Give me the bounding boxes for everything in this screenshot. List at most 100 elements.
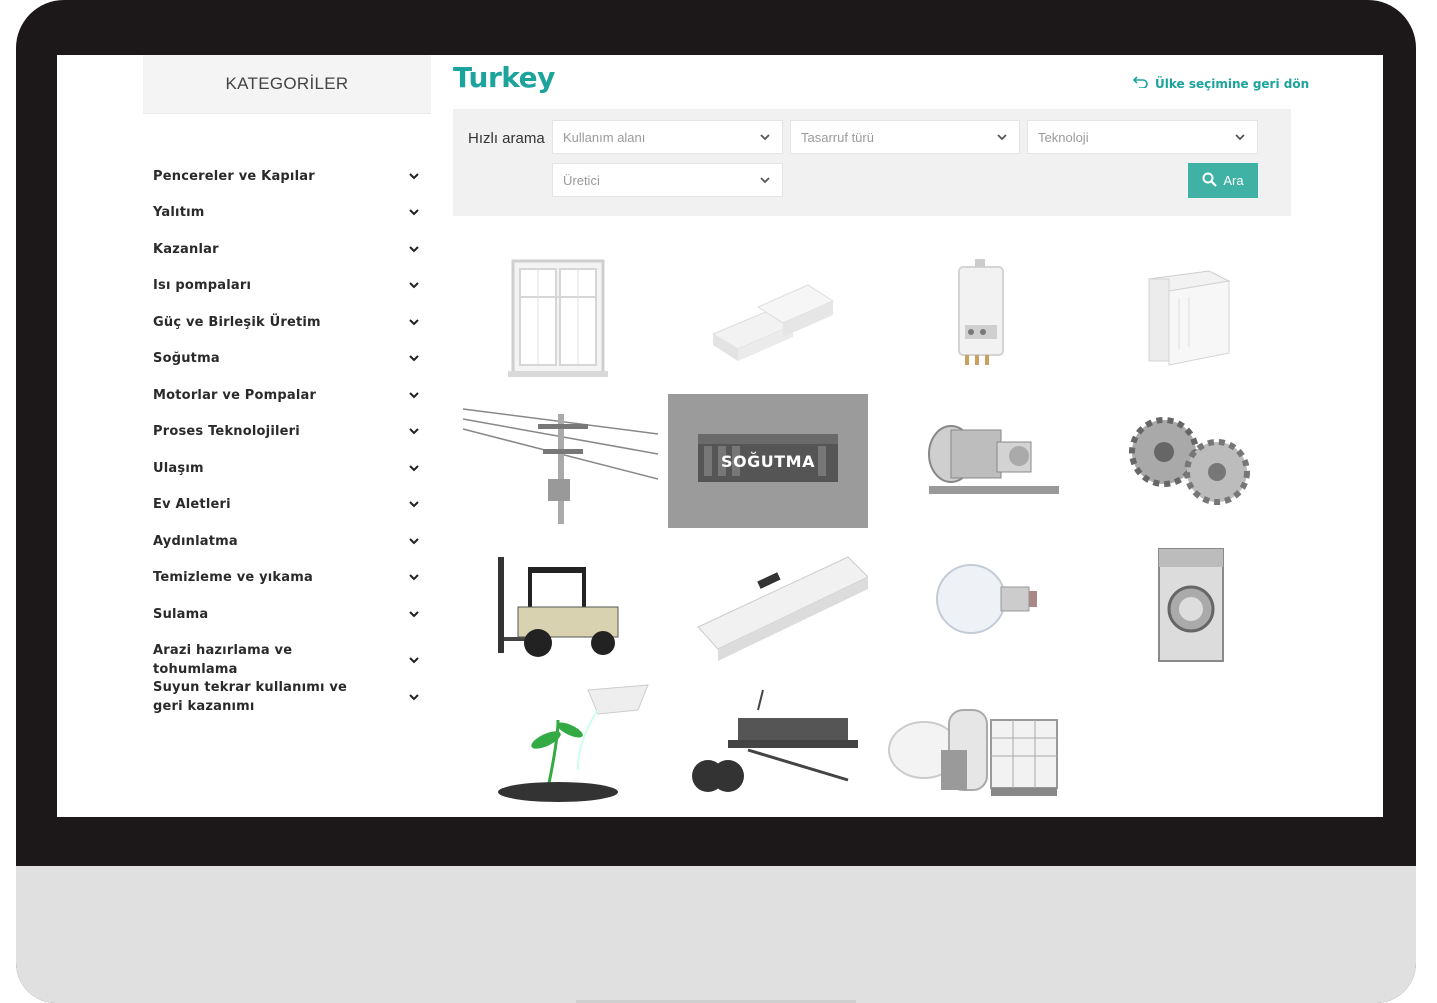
search-button[interactable]: Ara [1188,163,1258,198]
chevron-down-icon [407,690,421,704]
category-tile[interactable] [879,394,1079,528]
sidebar-item[interactable]: Güç ve Birleşik Üretim [153,313,421,332]
chevron-down-icon [407,425,421,439]
saving-type-value: Tasarruf türü [801,129,874,145]
category-tile[interactable] [879,680,1079,814]
category-sidebar: KATEGORİLER Pencereler ve Kapılar Yalıtım… [143,55,431,714]
chevron-down-icon [407,316,421,330]
chevron-down-icon [407,389,421,403]
sidebar-item-label: Suyun tekrar kullanımı ve geri kazanımı [153,680,348,714]
sidebar-item-label: Kazanlar [153,242,219,257]
quick-search-panel: Hızlı arama Kullanım alanı Tasarruf türü… [453,109,1291,216]
category-tile[interactable]: SOĞUTMA [668,394,868,528]
sidebar-item-label: Aydınlatma [153,534,238,549]
sidebar-item[interactable]: Kazanlar [153,240,421,259]
sidebar-item[interactable]: Pencereler ve Kapılar [153,167,421,186]
category-tile[interactable] [458,394,658,528]
category-tile[interactable] [668,680,868,814]
sidebar-item[interactable]: Sulama [153,605,421,624]
saving-type-select[interactable]: Tasarruf türü [790,120,1020,154]
sidebar-item-label: Motorlar ve Pompalar [153,388,317,403]
sidebar-item-label: Sulama [153,607,209,622]
sidebar-item-label: Yalıtım [153,205,205,220]
chevron-down-icon [407,170,421,184]
search-icon [1202,172,1218,190]
category-tile[interactable] [879,537,1079,671]
sidebar-item[interactable]: Soğutma [153,349,421,368]
sidebar-item-label: Ulaşım [153,461,204,476]
chevron-down-icon [407,653,421,667]
quick-search-label: Hızlı arama [468,130,545,147]
sidebar-item-label: Soğutma [153,351,220,366]
category-tile[interactable] [1089,394,1289,528]
air-conditioner-icon [697,556,868,661]
boiler-icon [958,259,1004,365]
category-tile[interactable] [879,249,1079,383]
power-line-icon [462,408,658,524]
heat-pump-icon [1147,270,1231,366]
technology-value: Teknoloji [1038,129,1089,145]
manufacturer-select[interactable]: Üretici [552,163,783,197]
irrigation-icon [498,684,649,802]
gears-icon [1129,417,1250,505]
sidebar-item-label: Pencereler ve Kapılar [153,169,315,184]
chevron-down-icon [407,462,421,476]
sidebar-item-label: Arazi hazırlama ve tohumlama [153,643,293,677]
category-tile[interactable] [458,680,658,814]
chevron-down-icon [407,498,421,512]
chevron-down-icon [407,279,421,293]
back-to-country-link[interactable]: Ülke seçimine geri dön [1132,76,1310,91]
usage-area-select[interactable]: Kullanım alanı [552,120,783,154]
category-tile[interactable] [458,537,658,671]
monitor-frame: KATEGORİLER Pencereler ve Kapılar Yalıtım… [16,0,1416,1003]
sidebar-item-label: Ev Aletleri [153,497,231,512]
category-tile[interactable] [668,249,868,383]
category-tile[interactable] [1089,537,1289,671]
chevron-down-icon [758,173,772,187]
sidebar-item[interactable]: Motorlar ve Pompalar [153,386,421,405]
sidebar-item[interactable]: Suyun tekrar kullanımı ve geri kazanımı [153,678,421,716]
motor-pump-icon [928,425,1059,494]
chevron-down-icon [758,130,772,144]
sidebar-header: KATEGORİLER [143,55,431,114]
sidebar-item-label: Güç ve Birleşik Üretim [153,315,321,330]
category-tile[interactable] [668,537,868,671]
technology-select[interactable]: Teknoloji [1027,120,1258,154]
window-icon [508,259,608,377]
washing-machine-icon [1158,548,1224,662]
chevron-down-icon [407,206,421,220]
sidebar-item[interactable]: Aydınlatma [153,532,421,551]
chevron-down-icon [407,571,421,585]
forklift-icon [498,557,619,657]
chevron-down-icon [407,535,421,549]
usage-area-value: Kullanım alanı [563,129,646,145]
water-tank-icon [888,709,1058,796]
category-tile[interactable] [458,249,658,383]
sidebar-item-label: Temizleme ve yıkama [153,570,313,585]
sidebar-item[interactable]: Ev Aletleri [153,495,421,514]
sidebar-item[interactable]: Ulaşım [153,459,421,478]
monitor-chin [16,866,1416,1003]
light-bulb-icon [936,564,1037,634]
screen: KATEGORİLER Pencereler ve Kapılar Yalıtım… [57,55,1383,817]
seeder-icon [692,689,858,792]
tile-hover-label: SOĞUTMA [721,451,815,471]
chevron-down-icon [407,608,421,622]
chevron-down-icon [995,130,1009,144]
back-link-label: Ülke seçimine geri dön [1155,76,1310,91]
sidebar-item[interactable]: Yalıtım [153,203,421,222]
sidebar-item-label: Proses Teknolojileri [153,424,300,439]
category-tile[interactable] [1089,249,1289,383]
search-button-label: Ara [1223,173,1244,188]
sidebar-item[interactable]: Proses Teknolojileri [153,422,421,441]
chevron-down-icon [407,352,421,366]
manufacturer-value: Üretici [563,172,600,188]
undo-arrow-icon [1132,76,1149,91]
sidebar-item-label: Isı pompaları [153,278,252,293]
chevron-down-icon [1233,130,1247,144]
sidebar-item[interactable]: Isı pompaları [153,276,421,295]
sidebar-item[interactable]: Arazi hazırlama ve tohumlama [153,641,421,679]
page-title: Turkey [453,61,555,94]
sidebar-item[interactable]: Temizleme ve yıkama [153,568,421,587]
chevron-down-icon [407,243,421,257]
